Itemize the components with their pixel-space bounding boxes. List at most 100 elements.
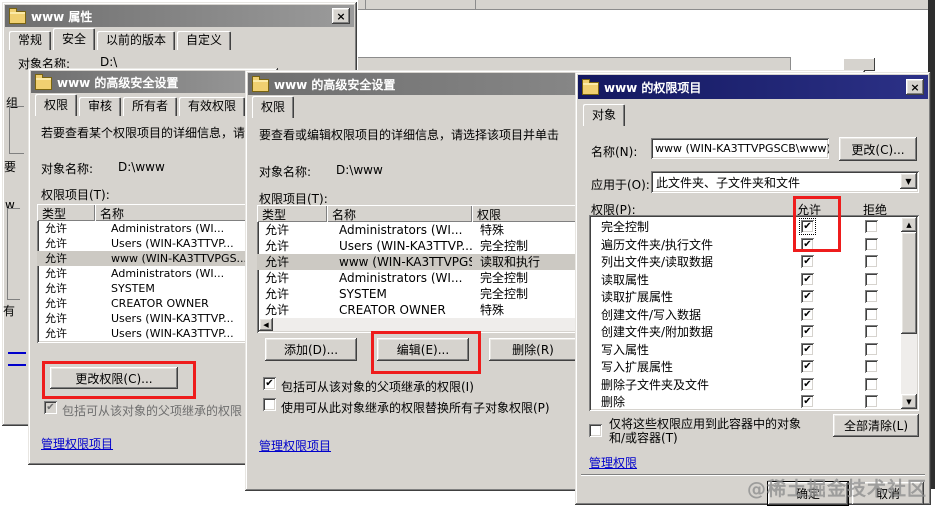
- edit-button[interactable]: 编辑(E)...: [377, 338, 469, 361]
- change-permissions-button[interactable]: 更改权限(C)...: [50, 367, 178, 389]
- permission-entry-row[interactable]: 允许Users (WIN-KA3TTVP...: [37, 326, 273, 341]
- permission-entry-row[interactable]: 允许Users (WIN-KA3TTVP...: [37, 236, 273, 251]
- tab-object[interactable]: 对象: [583, 104, 625, 126]
- ok-button[interactable]: 确定: [768, 482, 848, 505]
- inherit-checkbox[interactable]: ✔: [44, 401, 57, 414]
- allow-checkbox[interactable]: ✔: [801, 325, 814, 338]
- permission-entry-row[interactable]: 允许Administrators (WI...: [37, 266, 273, 281]
- entry-name: Users (WIN-KA3TTVP...: [95, 311, 234, 326]
- tab-general[interactable]: 常规: [9, 31, 51, 50]
- tab-strip: 对象: [583, 104, 627, 126]
- clipped-text-fragment: 要: [4, 158, 24, 175]
- permission-entry-row[interactable]: 允许SYSTEM: [37, 281, 273, 296]
- manage-permission-entries-link[interactable]: 管理权限项目: [41, 435, 113, 452]
- apply-to-container-checkbox[interactable]: [589, 424, 602, 437]
- cancel-button[interactable]: 取消: [852, 482, 924, 505]
- permission-row: 创建文件夹/附加数据✔: [589, 323, 919, 341]
- deny-checkbox[interactable]: [865, 273, 878, 286]
- column-header-type[interactable]: 类型: [37, 204, 95, 221]
- titlebar[interactable]: www 属性 ×: [5, 5, 354, 27]
- permission-entry-row[interactable]: 允许Administrators (WI...: [37, 221, 273, 236]
- deny-checkbox[interactable]: [865, 255, 878, 268]
- allow-checkbox[interactable]: ✔: [801, 378, 814, 391]
- entry-type: 允许: [37, 296, 95, 311]
- tab-effective-permissions[interactable]: 有效权限: [179, 97, 245, 116]
- entry-name: CREATOR OWNER: [327, 302, 472, 318]
- allow-checkbox[interactable]: ✔: [801, 290, 814, 303]
- clear-all-button[interactable]: 全部清除(L): [833, 414, 919, 437]
- allow-checkbox[interactable]: ✔: [801, 360, 814, 373]
- dialog-advanced-security-1: www 的高级安全设置 权限 审核 所有者 有效权限 若要查看某个权限项目的详细…: [28, 68, 278, 465]
- scroll-up-icon[interactable]: ▲: [901, 217, 917, 232]
- entry-permission: 完全控制: [472, 238, 528, 254]
- entry-name: Administrators (WI...: [327, 222, 472, 238]
- permission-entry-row[interactable]: 允许www (WIN-KA3TTVPGS...: [37, 251, 273, 266]
- deny-checkbox[interactable]: [865, 360, 878, 373]
- change-button[interactable]: 更改(C)...: [839, 137, 917, 161]
- permission-row: 完全控制✔: [589, 218, 919, 236]
- manage-permissions-link[interactable]: 管理权限: [589, 454, 637, 471]
- column-header-type[interactable]: 类型: [257, 205, 327, 222]
- entry-type: 允许: [257, 222, 327, 238]
- entry-name: SYSTEM: [95, 281, 155, 296]
- tab-permissions[interactable]: 权限: [252, 96, 294, 118]
- tab-strip: 权限 审核 所有者 有效权限: [35, 94, 247, 116]
- permission-entry-row[interactable]: 允许Users (WIN-KA3TTVP...: [37, 311, 273, 326]
- dialog-permission-entry: www 的权限项目 × 对象 名称(N): www (WIN-KA3TTVPGS…: [575, 72, 931, 505]
- deny-checkbox[interactable]: [865, 220, 878, 233]
- manage-permission-entries-link[interactable]: 管理权限项目: [259, 437, 331, 454]
- close-icon[interactable]: ×: [332, 8, 350, 24]
- allow-checkbox[interactable]: ✔: [801, 308, 814, 321]
- allow-checkbox[interactable]: ✔: [801, 343, 814, 356]
- folder-icon: [9, 11, 26, 24]
- permission-entry-row[interactable]: 允许CREATOR OWNER: [37, 296, 273, 311]
- deny-checkbox[interactable]: [865, 290, 878, 303]
- allow-checkbox[interactable]: ✔: [801, 238, 814, 251]
- deny-checkbox[interactable]: [865, 238, 878, 251]
- allow-checkbox[interactable]: ✔: [801, 220, 814, 233]
- titlebar[interactable]: www 的权限项目 ×: [578, 75, 928, 99]
- clipped-link-fragment: [8, 364, 26, 366]
- tab-customize[interactable]: 自定义: [177, 31, 231, 50]
- permission-row: 遍历文件夹/执行文件✔: [589, 236, 919, 254]
- chevron-down-icon[interactable]: ▼: [900, 173, 917, 189]
- allow-checkbox[interactable]: ✔: [801, 395, 814, 408]
- permission-row: 删除✔: [589, 393, 919, 411]
- column-header-name[interactable]: 名称: [327, 205, 472, 222]
- scroll-down-icon[interactable]: ▼: [901, 394, 917, 409]
- deny-checkbox[interactable]: [865, 343, 878, 356]
- deny-checkbox[interactable]: [865, 378, 878, 391]
- tab-strip: 权限: [252, 96, 296, 118]
- tab-security[interactable]: 安全: [53, 28, 95, 50]
- name-field: www (WIN-KA3TTVPGSCB\www): [651, 138, 829, 159]
- entry-name: Administrators (WI...: [95, 266, 224, 281]
- scrollbar-thumb[interactable]: [901, 232, 917, 334]
- folder-icon: [252, 79, 269, 92]
- deny-checkbox[interactable]: [865, 395, 878, 408]
- table-header: 类型 名称: [37, 204, 273, 221]
- add-button[interactable]: 添加(D)...: [265, 338, 357, 361]
- apply-to-container-label: 仅将这些权限应用到此容器中的对象和/或容器(T): [609, 417, 817, 445]
- scroll-left-icon[interactable]: ◀: [259, 318, 273, 331]
- permission-label: 读取扩展属性: [589, 288, 801, 305]
- replace-checkbox[interactable]: [263, 398, 276, 411]
- tab-previous-versions[interactable]: 以前的版本: [97, 31, 175, 50]
- tab-owner[interactable]: 所有者: [123, 97, 177, 116]
- inherit-checkbox[interactable]: ✔: [263, 377, 276, 390]
- allow-checkbox[interactable]: ✔: [801, 273, 814, 286]
- close-icon[interactable]: ×: [906, 79, 924, 95]
- remove-button[interactable]: 删除(R): [489, 338, 577, 361]
- entry-permission: 完全控制: [472, 270, 528, 286]
- name-label: 名称(N):: [591, 143, 637, 160]
- allow-checkbox[interactable]: ✔: [801, 255, 814, 268]
- titlebar[interactable]: www 的高级安全设置: [31, 71, 275, 93]
- deny-checkbox[interactable]: [865, 308, 878, 321]
- entry-type: 允许: [37, 326, 95, 341]
- tab-auditing[interactable]: 审核: [79, 97, 121, 116]
- apply-to-label: 应用于(O):: [591, 176, 650, 193]
- permission-label: 删除子文件夹及文件: [589, 376, 801, 393]
- apply-to-dropdown[interactable]: 此文件夹、子文件夹和文件 ▼: [651, 171, 919, 193]
- entry-name: Administrators (WI...: [327, 270, 472, 286]
- tab-permissions[interactable]: 权限: [35, 94, 77, 116]
- deny-checkbox[interactable]: [865, 325, 878, 338]
